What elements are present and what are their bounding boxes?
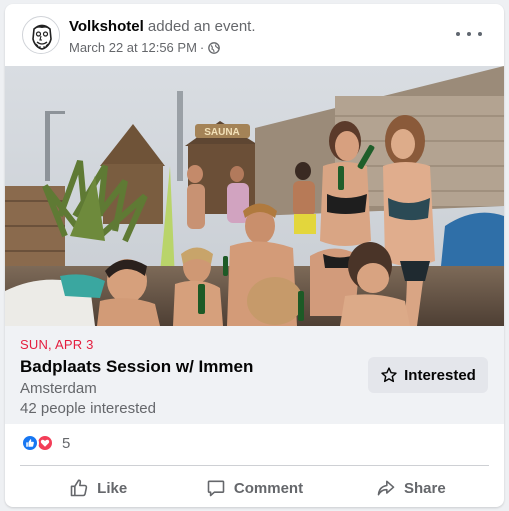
post-title-line: Volkshotel added an event.	[69, 18, 256, 35]
page-avatar[interactable]	[22, 16, 60, 54]
event-details[interactable]: SUN, APR 3 Badplaats Session w/ Immen Am…	[5, 326, 504, 424]
post-timestamp[interactable]: March 22 at 12:56 PM	[69, 40, 197, 55]
share-icon	[377, 480, 395, 496]
globe-icon[interactable]	[208, 41, 221, 54]
post-header: Volkshotel added an event. March 22 at 1…	[5, 4, 504, 66]
reaction-summary[interactable]: 5	[21, 432, 70, 454]
post-action-text: added an event.	[147, 18, 256, 35]
interested-button-label: Interested	[404, 366, 476, 384]
share-label: Share	[403, 479, 446, 497]
event-date: SUN, APR 3	[20, 337, 94, 352]
comment-button[interactable]: Comment	[176, 470, 332, 506]
meta-separator: ·	[199, 40, 205, 55]
interested-button[interactable]: Interested	[368, 357, 488, 393]
event-post-card: Volkshotel added an event. March 22 at 1…	[5, 4, 504, 507]
event-location: Amsterdam	[20, 380, 97, 397]
star-icon	[381, 367, 397, 383]
like-label: Like	[97, 479, 128, 497]
reaction-count: 5	[62, 434, 71, 452]
like-button[interactable]: Like	[20, 470, 176, 506]
thumbs-up-icon	[70, 479, 88, 497]
page-name-link[interactable]: Volkshotel	[69, 18, 144, 35]
event-title[interactable]: Badplaats Session w/ Immen	[20, 357, 253, 377]
action-divider	[20, 465, 489, 466]
more-options-icon[interactable]	[456, 24, 482, 44]
comment-label: Comment	[233, 479, 304, 497]
volkshotel-logo-icon	[24, 18, 59, 53]
event-cover-photo[interactable]: SAUNA	[5, 66, 504, 326]
like-reaction-icon	[21, 434, 39, 452]
post-meta: March 22 at 12:56 PM ·	[69, 40, 221, 55]
post-actions: Like Comment Share	[20, 470, 489, 506]
share-button[interactable]: Share	[333, 470, 489, 506]
pool-party-photo: SAUNA	[5, 66, 504, 326]
sauna-sign: SAUNA	[204, 127, 240, 138]
comment-icon	[207, 480, 225, 497]
event-interested-count: 42 people interested	[20, 400, 156, 417]
